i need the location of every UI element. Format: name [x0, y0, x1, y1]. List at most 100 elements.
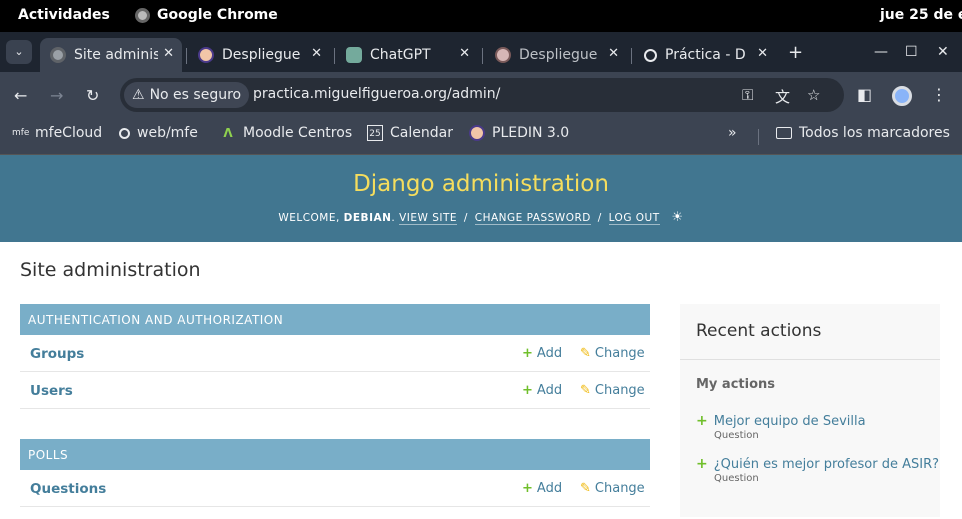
app-menu[interactable]: Google Chrome: [135, 7, 278, 23]
reload-icon[interactable]: ↻: [86, 86, 99, 105]
profile-avatar-icon[interactable]: [892, 86, 912, 106]
bookmark-star-icon[interactable]: ☆: [807, 86, 820, 104]
tab-despliegue-2[interactable]: Despliegue ✕: [485, 38, 627, 72]
list-item: + Mejor equipo de Sevilla Question: [696, 410, 866, 441]
tab-title: ChatGPT: [370, 47, 431, 63]
side-panel-icon[interactable]: ◧: [857, 85, 872, 104]
close-tab-icon[interactable]: ✕: [757, 46, 768, 61]
close-tab-icon[interactable]: ✕: [459, 46, 470, 61]
site-branding[interactable]: Django administration: [0, 171, 962, 197]
bookmark-moodle-centros[interactable]: Λ Moodle Centros: [220, 125, 352, 141]
tab-practica[interactable]: Práctica - D ✕: [634, 38, 776, 72]
module-caption[interactable]: AUTHENTICATION AND AUTHORIZATION: [20, 304, 650, 335]
model-link-questions[interactable]: Questions: [30, 481, 106, 497]
action-type: Question: [714, 473, 759, 484]
folder-icon: [776, 127, 792, 139]
translate-icon[interactable]: 文: [775, 86, 790, 107]
tab-separator: [631, 48, 632, 64]
avatar-icon: [495, 47, 511, 63]
change-link[interactable]: ✎ Change: [580, 383, 645, 398]
tab-chatgpt[interactable]: ChatGPT ✕: [336, 38, 478, 72]
bookmark-label: mfeCloud: [35, 125, 103, 141]
bookmark-pledin[interactable]: PLEDIN 3.0: [469, 125, 569, 141]
theme-toggle-icon[interactable]: ☀: [672, 210, 684, 225]
tab-strip: ⌄ Site administration | Django site admi…: [0, 32, 962, 72]
module-caption[interactable]: POLLS: [20, 439, 650, 470]
model-link-groups[interactable]: Groups: [30, 346, 84, 362]
back-icon[interactable]: ←: [14, 86, 27, 105]
tab-separator: [186, 48, 187, 64]
browser-toolbar: ← → ↻ ⚠ No es seguro practica.miguelfigu…: [0, 72, 962, 118]
pencil-icon: ✎: [580, 383, 591, 398]
mfe-icon: mfe: [12, 128, 30, 138]
action-type: Question: [714, 430, 759, 441]
security-chip[interactable]: ⚠ No es seguro: [124, 82, 250, 108]
tab-site-admin[interactable]: Site administration | Django site admin …: [40, 38, 182, 72]
add-link[interactable]: + Add: [522, 346, 562, 361]
tab-despliegue-1[interactable]: Despliegue ✕: [188, 38, 330, 72]
add-label: Add: [536, 481, 563, 496]
tab-search-button[interactable]: ⌄: [6, 40, 32, 64]
chatgpt-icon: [346, 47, 362, 63]
change-password-link[interactable]: CHANGE PASSWORD: [474, 212, 591, 225]
clock[interactable]: jue 25 de en: [880, 7, 962, 23]
log-out-link[interactable]: LOG OUT: [608, 212, 660, 225]
module-auth: AUTHENTICATION AND AUTHORIZATION Groups …: [20, 304, 650, 409]
menu-icon[interactable]: ⋮: [931, 85, 947, 104]
tab-separator: [482, 48, 483, 64]
table-row: Questions + Add ✎ Change: [20, 470, 650, 507]
bookmark-label: web/mfe: [137, 125, 198, 141]
tab-title: Site administration | Django site admin: [74, 47, 158, 63]
url-text[interactable]: practica.miguelfigueroa.org/admin/: [253, 86, 500, 102]
close-window-icon[interactable]: ✕: [937, 44, 949, 60]
security-chip-label: No es seguro: [149, 87, 242, 103]
bookmark-calendar[interactable]: 25 Calendar: [367, 125, 453, 141]
recent-actions-title: Recent actions: [696, 321, 822, 341]
all-bookmarks-folder[interactable]: Todos los marcadores: [776, 125, 950, 141]
change-link[interactable]: ✎ Change: [580, 346, 645, 361]
bookmark-web-mfe[interactable]: web/mfe: [119, 125, 198, 141]
django-header: Django administration WELCOME, DEBIAN. V…: [0, 155, 962, 242]
action-link[interactable]: Mejor equipo de Sevilla: [714, 414, 866, 429]
password-key-icon[interactable]: ⚿: [742, 86, 753, 104]
address-bar[interactable]: ⚠ No es seguro practica.miguelfigueroa.o…: [120, 78, 844, 112]
minimize-icon[interactable]: —: [874, 44, 888, 60]
new-tab-icon[interactable]: +: [788, 42, 803, 63]
chrome-icon: [135, 7, 150, 23]
close-tab-icon[interactable]: ✕: [163, 46, 174, 61]
bookmark-label: PLEDIN 3.0: [492, 125, 570, 141]
system-top-bar: Actividades Google Chrome jue 25 de en: [0, 0, 962, 32]
add-label: Add: [536, 383, 563, 398]
all-bookmarks-label: Todos los marcadores: [799, 125, 950, 141]
more-bookmarks-icon[interactable]: »: [728, 125, 737, 141]
my-actions-title: My actions: [696, 377, 776, 392]
change-link[interactable]: ✎ Change: [580, 481, 645, 496]
bookmarks-bar: mfe mfeCloud web/mfe Λ Moodle Centros 25…: [0, 118, 962, 155]
calendar-icon: 25: [367, 125, 383, 141]
add-link[interactable]: + Add: [522, 383, 562, 398]
add-label: Add: [536, 346, 563, 361]
table-row: Groups + Add ✎ Change: [20, 335, 650, 372]
module-polls: POLLS Questions + Add ✎ Change: [20, 439, 650, 507]
user-tools: WELCOME, DEBIAN. VIEW SITE / CHANGE PASS…: [278, 210, 684, 225]
action-link[interactable]: ¿Quién es mejor profesor de ASIR?: [714, 457, 939, 472]
model-link-users[interactable]: Users: [30, 383, 73, 399]
circle-icon: [119, 127, 130, 139]
close-tab-icon[interactable]: ✕: [311, 46, 322, 61]
bookmark-mfecloud[interactable]: mfe mfeCloud: [12, 125, 102, 141]
add-plus-icon: +: [522, 346, 533, 361]
tab-title: Despliegue: [519, 47, 597, 63]
moodle-icon: Λ: [223, 126, 233, 140]
view-site-link[interactable]: VIEW SITE: [399, 212, 458, 225]
activities-button[interactable]: Actividades: [18, 7, 110, 23]
username: DEBIAN: [343, 212, 392, 224]
add-link[interactable]: + Add: [522, 481, 562, 496]
forward-icon[interactable]: →: [50, 86, 63, 105]
globe-icon: [50, 47, 66, 63]
pencil-icon: ✎: [580, 481, 591, 496]
maximize-icon[interactable]: ☐: [905, 44, 918, 60]
add-plus-icon: +: [696, 413, 708, 429]
bookmark-label: Calendar: [390, 125, 453, 141]
close-tab-icon[interactable]: ✕: [608, 46, 619, 61]
change-label: Change: [594, 481, 645, 496]
